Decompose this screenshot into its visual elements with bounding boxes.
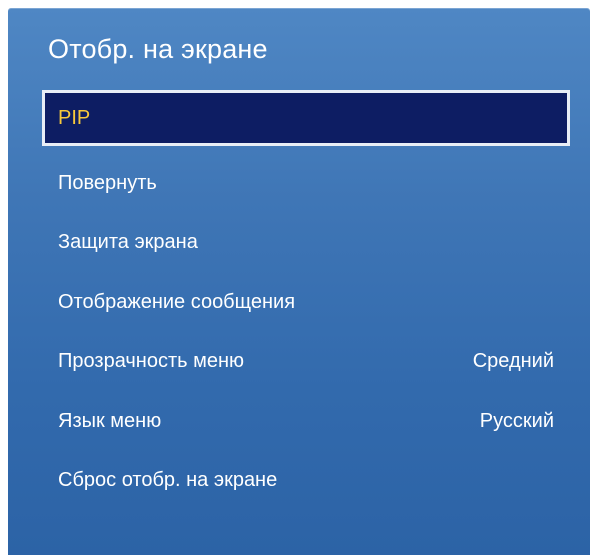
menu-item-rotate[interactable]: Повернуть (42, 155, 570, 211)
menu-title: Отобр. на экране (48, 34, 268, 64)
menu-item-label: Сброс отобр. на экране (58, 468, 278, 491)
menu-item-label: PIP (58, 106, 91, 129)
menu-item-label: Прозрачность меню (58, 349, 245, 372)
menu-item-value: Средний (472, 349, 554, 372)
menu-item-menu-transparency[interactable]: Прозрачность меню Средний (42, 333, 570, 389)
menu-item-pip[interactable]: PIP (42, 90, 570, 146)
menu-item-label: Язык меню (58, 409, 162, 432)
osd-menu-panel: Отобр. на экране PIP Повернуть Защита эк… (8, 8, 590, 555)
menu-item-message-display[interactable]: Отображение сообщения (42, 274, 570, 330)
menu-item-value: Русский (479, 409, 554, 432)
menu-item-screen-protection[interactable]: Защита экрана (42, 214, 570, 270)
menu-item-reset-osd[interactable]: Сброс отобр. на экране (42, 452, 570, 508)
menu-item-label: Повернуть (58, 171, 157, 194)
menu-item-label: Защита экрана (58, 230, 198, 253)
menu-item-menu-language[interactable]: Язык меню Русский (42, 393, 570, 449)
menu-item-label: Отображение сообщения (58, 290, 296, 313)
